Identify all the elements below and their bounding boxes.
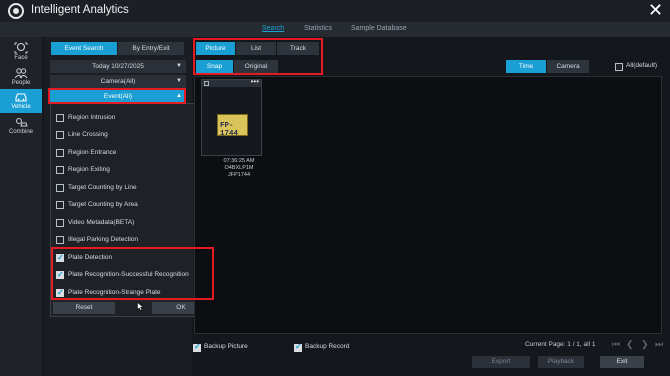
playback-button[interactable]: Playback — [538, 356, 584, 368]
chevron-down-icon: ▼ — [176, 63, 182, 69]
option-label: Plate Recognition-Successful Recognition — [68, 271, 189, 278]
sidebar-item-label: Combine — [8, 129, 33, 135]
event-search-tab[interactable]: Event Search — [51, 42, 117, 55]
view-tab-track[interactable]: Track — [277, 42, 319, 55]
checkbox[interactable] — [56, 166, 64, 174]
checkbox-checked[interactable] — [56, 287, 64, 299]
checkbox[interactable] — [56, 131, 64, 139]
app-logo-icon — [8, 3, 24, 19]
option-label: Plate Recognition-Strange Plate — [68, 289, 161, 296]
checkbox-checked[interactable] — [193, 342, 201, 352]
first-page-icon[interactable]: ⏮ — [612, 339, 620, 350]
chevron-down-icon: ▼ — [176, 78, 182, 84]
date-select-value: Today 10/27/2025 — [92, 63, 144, 70]
option-label: Illegal Parking Detection — [68, 236, 139, 243]
reset-button[interactable]: Reset — [53, 302, 115, 314]
app-title: Intelligent Analytics — [31, 4, 129, 16]
event-dropdown: Region Intrusion Line Crossing Region En… — [50, 103, 216, 317]
next-page-icon[interactable]: ❯ — [641, 339, 649, 350]
checkbox[interactable] — [56, 149, 64, 157]
sidebar-item-label: Face — [14, 55, 28, 61]
image-tab-original[interactable]: Original — [234, 60, 278, 73]
more-options-icon[interactable]: ••• — [251, 77, 259, 86]
checkbox-checked[interactable] — [56, 269, 64, 281]
thumbnail-checkbox[interactable] — [204, 81, 209, 86]
combine-icon — [16, 118, 28, 127]
tab-search[interactable]: Search — [262, 25, 284, 32]
image-tab-snap[interactable]: Snap — [196, 60, 233, 73]
sidebar-item-face[interactable]: Face — [0, 40, 42, 64]
result-plate: JFP1744 — [227, 172, 250, 178]
sort-tab-camera[interactable]: Camera — [547, 60, 589, 73]
close-icon[interactable]: ✕ — [648, 1, 663, 19]
page-info: Current Page: 1 / 1, all 1 — [525, 341, 596, 348]
sidebar-item-vehicle[interactable]: Vehicle — [0, 89, 42, 113]
prev-page-icon[interactable]: ❮ — [626, 339, 634, 350]
checkbox[interactable] — [56, 114, 64, 122]
option-label: Video Metadata(BETA) — [68, 219, 135, 226]
result-camera: O4BXLP1M — [224, 165, 254, 171]
checkbox[interactable] — [56, 219, 64, 227]
sidebar-item-label: Vehicle — [11, 104, 31, 110]
entry-exit-tab[interactable]: By Entry/Exit — [118, 42, 184, 55]
mouse-cursor-icon — [137, 302, 144, 311]
date-select[interactable]: Today 10/27/2025 ▼ — [50, 60, 186, 73]
result-time: 07:36:25 AM — [223, 158, 255, 164]
view-tab-list[interactable]: List — [236, 42, 276, 55]
sort-tab-time[interactable]: Time — [506, 60, 546, 73]
all-default-label: All(default) — [626, 62, 658, 69]
option-label: Target Counting by Area — [68, 201, 138, 208]
checkbox-checked[interactable] — [294, 342, 302, 352]
exit-button[interactable]: Exit — [600, 356, 644, 368]
tab-statistics[interactable]: Statistics — [304, 25, 332, 32]
last-page-icon[interactable]: ⏭ — [655, 339, 663, 350]
sidebar-item-people[interactable]: People — [0, 65, 42, 89]
tab-sample-database[interactable]: Sample Database — [351, 25, 407, 32]
plate-image-text: FP-1744 — [220, 122, 239, 138]
result-thumbnail[interactable]: ••• FP-1744 — [201, 77, 262, 156]
view-tab-picture[interactable]: Picture — [196, 42, 235, 55]
sidebar-item-label: People — [11, 80, 31, 86]
sidebar-item-combine[interactable]: Combine — [0, 114, 42, 138]
option-label: Region Entrance — [68, 149, 117, 156]
thumbnail-header: ••• — [202, 77, 261, 87]
checkbox[interactable] — [615, 63, 623, 71]
checkbox[interactable] — [56, 201, 64, 209]
option-label: Line Crossing — [68, 131, 108, 138]
top-nav: Search Statistics Sample Database — [0, 22, 670, 37]
people-icon — [14, 68, 28, 79]
export-button[interactable]: Export — [472, 356, 530, 368]
event-select-value: Event(All) — [103, 93, 133, 100]
camera-select[interactable]: Camera(All) ▼ — [50, 75, 186, 88]
option-label: Region Exiting — [68, 166, 110, 173]
backup-picture-label: Backup Picture — [204, 343, 248, 350]
vehicle-icon — [15, 93, 27, 102]
event-select[interactable]: Event(All) ▲ — [50, 90, 186, 103]
results-area — [194, 76, 662, 334]
backup-record-label: Backup Record — [305, 343, 350, 350]
checkbox-checked[interactable] — [56, 252, 64, 264]
chevron-up-icon: ▲ — [176, 93, 182, 99]
title-bar: Intelligent Analytics ✕ — [0, 0, 670, 22]
option-label: Plate Detection — [68, 254, 113, 261]
option-label: Target Counting by Line — [68, 184, 137, 191]
face-icon — [14, 42, 28, 54]
option-label: Region Intrusion — [68, 114, 116, 121]
sidebar: Face People Vehicle Combine — [0, 37, 42, 376]
checkbox[interactable] — [56, 184, 64, 192]
plate-image: FP-1744 — [217, 114, 248, 138]
camera-select-value: Camera(All) — [100, 78, 136, 85]
checkbox[interactable] — [56, 236, 64, 244]
